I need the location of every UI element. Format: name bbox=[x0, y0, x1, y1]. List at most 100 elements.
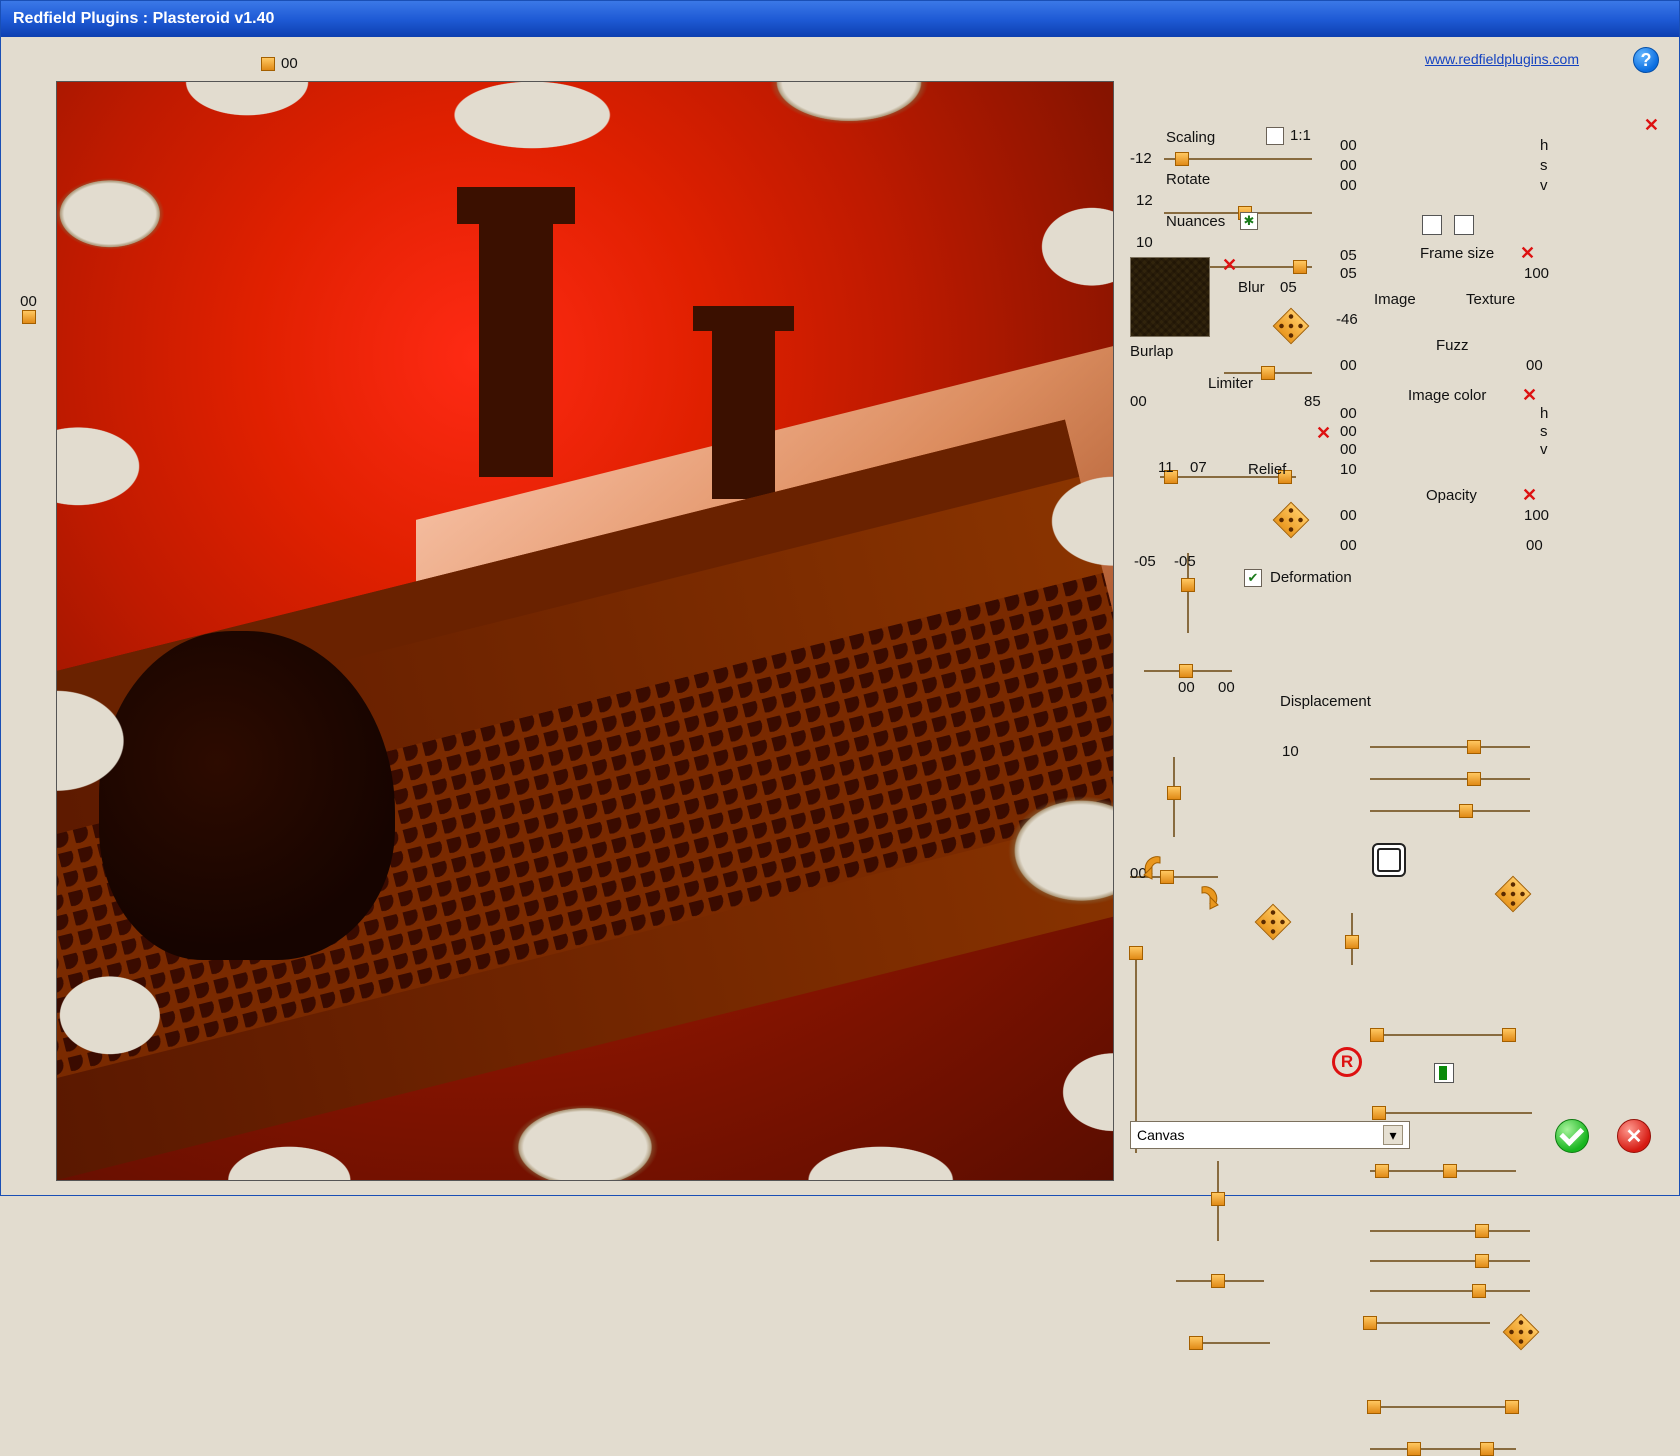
bottom-pair-hi: 00 bbox=[1526, 537, 1543, 554]
preview-offset-v-handle[interactable] bbox=[22, 310, 36, 324]
g2-value: 10 bbox=[1340, 461, 1357, 478]
undo-icon[interactable] bbox=[1140, 851, 1180, 881]
frame-random-icon[interactable] bbox=[1495, 876, 1532, 913]
hsv1-v-value: 00 bbox=[1340, 177, 1357, 194]
image-color-v-slider[interactable] bbox=[1370, 1285, 1530, 1297]
one-to-one-checkbox[interactable] bbox=[1266, 127, 1284, 145]
reset-button[interactable]: R bbox=[1332, 1047, 1362, 1077]
limiter-lo: 00 bbox=[1130, 393, 1147, 410]
deformation-y-slider[interactable] bbox=[1168, 757, 1180, 837]
deformation-label: Deformation bbox=[1270, 569, 1352, 586]
image-color-s-slider[interactable] bbox=[1370, 1255, 1530, 1267]
image-color-s-value: 00 bbox=[1340, 423, 1357, 440]
nuances-checkbox[interactable]: ✱ bbox=[1240, 212, 1258, 230]
hsv1-s-slider[interactable] bbox=[1370, 773, 1530, 785]
frame-size-lo: 05 bbox=[1340, 265, 1357, 282]
global-random-icon[interactable] bbox=[1255, 904, 1292, 941]
cancel-button[interactable] bbox=[1617, 1119, 1651, 1153]
frame-color-1[interactable] bbox=[1422, 215, 1442, 235]
frame-shape-button[interactable] bbox=[1372, 843, 1406, 877]
scaling-value: -12 bbox=[1130, 150, 1152, 167]
nuances-value: 10 bbox=[1136, 234, 1153, 251]
opacity-label: Opacity bbox=[1426, 487, 1477, 504]
hsv1-reset-icon[interactable]: ✕ bbox=[1644, 115, 1659, 136]
frame-color-2[interactable] bbox=[1454, 215, 1474, 235]
g2-slider[interactable] bbox=[1370, 1317, 1490, 1329]
frame-size-hi: 100 bbox=[1524, 265, 1549, 282]
relief-reset-icon[interactable]: ✕ bbox=[1316, 423, 1331, 444]
fuzz-slider[interactable] bbox=[1370, 1165, 1516, 1177]
hsv1-h-slider[interactable] bbox=[1370, 741, 1530, 753]
deformation-checkbox[interactable]: ✔ bbox=[1244, 569, 1262, 587]
relief-x-value: 11 bbox=[1158, 459, 1174, 476]
preset-value: Canvas bbox=[1137, 1127, 1184, 1143]
relief-label: Relief bbox=[1248, 461, 1286, 478]
image-color-label: Image color bbox=[1408, 387, 1486, 404]
displacement-scale-slider[interactable] bbox=[1190, 1337, 1270, 1349]
one-to-one-label: 1:1 bbox=[1290, 127, 1311, 144]
g1-slider[interactable] bbox=[1346, 913, 1358, 965]
preview-offset-vertical[interactable]: 00 bbox=[11, 293, 46, 324]
ok-button[interactable] bbox=[1555, 1119, 1589, 1153]
fuzz-label: Fuzz bbox=[1436, 337, 1469, 354]
preview-offset-horizontal[interactable]: 00 bbox=[261, 55, 298, 72]
relief-x-slider[interactable] bbox=[1144, 665, 1232, 677]
frame-size-label: Frame size bbox=[1420, 245, 1494, 262]
deformation-x-value: -05 bbox=[1134, 553, 1156, 570]
rotate-value: 12 bbox=[1136, 192, 1153, 209]
hsv1-s-value: 00 bbox=[1340, 157, 1357, 174]
preview-offset-h-handle[interactable] bbox=[261, 57, 275, 71]
opacity-slider[interactable] bbox=[1370, 1401, 1516, 1413]
image-color-h-value: 00 bbox=[1340, 405, 1357, 422]
window-title: Redfield Plugins : Plasteroid v1.40 bbox=[13, 10, 274, 28]
limiter-hi: 85 bbox=[1304, 393, 1321, 410]
scaling-slider[interactable] bbox=[1164, 153, 1312, 165]
preview-panel[interactable] bbox=[56, 81, 1114, 1181]
bottom-pair-slider[interactable] bbox=[1370, 1443, 1516, 1455]
image-color-s-label: s bbox=[1540, 423, 1548, 440]
texture-label: Texture bbox=[1466, 291, 1515, 308]
image-color-random-icon[interactable] bbox=[1503, 1314, 1540, 1351]
image-color-v-label: v bbox=[1540, 441, 1548, 458]
limiter-label: Limiter bbox=[1208, 375, 1253, 392]
image-texture-slider[interactable] bbox=[1374, 1107, 1532, 1119]
rotate-label: Rotate bbox=[1166, 171, 1210, 188]
preset-combo[interactable]: Canvas ▾ bbox=[1130, 1121, 1410, 1149]
preview-offset-h-value: 00 bbox=[281, 55, 298, 72]
texture-name: Burlap bbox=[1130, 343, 1173, 360]
preview-image bbox=[57, 82, 1113, 1180]
image-color-h-label: h bbox=[1540, 405, 1548, 422]
image-color-reset-icon[interactable]: ✕ bbox=[1522, 385, 1537, 406]
displacement-scale-value: 10 bbox=[1282, 743, 1299, 760]
hsv1-v-slider[interactable] bbox=[1370, 805, 1530, 817]
opacity-hi: 100 bbox=[1524, 507, 1549, 524]
blur-value: 05 bbox=[1280, 279, 1297, 296]
help-icon[interactable]: ? bbox=[1633, 47, 1659, 73]
opacity-reset-icon[interactable]: ✕ bbox=[1522, 485, 1537, 506]
preview-offset-v-value: 00 bbox=[20, 293, 37, 310]
displacement-y-slider[interactable] bbox=[1212, 1161, 1224, 1241]
relief-random-icon[interactable] bbox=[1273, 502, 1310, 539]
fuzz-hi: 00 bbox=[1526, 357, 1543, 374]
texture-thumbnail[interactable] bbox=[1130, 257, 1210, 337]
frame-size-slider[interactable] bbox=[1370, 1029, 1516, 1041]
hsv1-v-label: v bbox=[1540, 177, 1548, 194]
vendor-link[interactable]: www.redfieldplugins.com bbox=[1425, 51, 1579, 67]
displacement-x-slider[interactable] bbox=[1176, 1275, 1264, 1287]
image-color-h-slider[interactable] bbox=[1370, 1225, 1530, 1237]
titlebar: Redfield Plugins : Plasteroid v1.40 bbox=[1, 1, 1679, 37]
texture-delete-icon[interactable]: ✕ bbox=[1222, 255, 1237, 276]
g1-value: 05 bbox=[1340, 247, 1357, 264]
frame-size-reset-icon[interactable]: ✕ bbox=[1520, 243, 1535, 264]
hsv1-h-label: h bbox=[1540, 137, 1548, 154]
opacity-lo: 00 bbox=[1340, 507, 1357, 524]
image-label: Image bbox=[1374, 291, 1416, 308]
texture-random-icon[interactable] bbox=[1273, 308, 1310, 345]
chevron-down-icon[interactable]: ▾ bbox=[1383, 1125, 1403, 1145]
nuances-label: Nuances bbox=[1166, 213, 1225, 230]
deformation-y-value: -05 bbox=[1174, 553, 1196, 570]
redo-icon[interactable] bbox=[1182, 881, 1222, 911]
displacement-x-value: 00 bbox=[1178, 679, 1195, 696]
image-texture-swatch[interactable] bbox=[1434, 1063, 1454, 1083]
fuzz-lo: 00 bbox=[1340, 357, 1357, 374]
